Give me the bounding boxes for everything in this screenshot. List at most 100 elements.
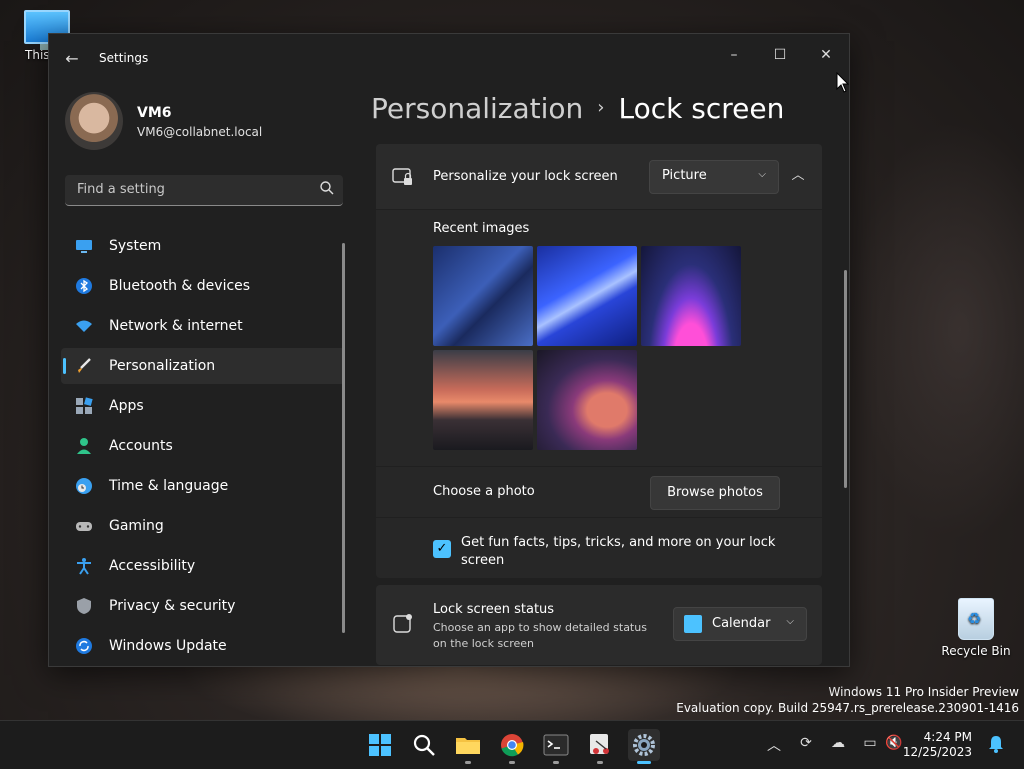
- notification-bell-icon[interactable]: [986, 735, 1006, 755]
- chevron-up-icon[interactable]: ︿: [786, 164, 810, 188]
- search-input[interactable]: [75, 181, 309, 198]
- status-subtitle: Choose an app to show detailed status on…: [433, 621, 647, 650]
- running-indicator: [597, 761, 603, 764]
- page-title: Lock screen: [618, 92, 785, 125]
- volume-muted-icon[interactable]: 🔇: [884, 735, 904, 755]
- lock-screen-status-dropdown[interactable]: Calendar ⌵: [673, 607, 807, 641]
- chevron-up-icon[interactable]: ︿: [764, 735, 784, 755]
- chevron-down-icon: ⌵: [786, 616, 794, 627]
- recent-image-thumbnail[interactable]: [641, 246, 741, 346]
- window-title: Settings: [99, 51, 149, 65]
- breadcrumb-separator: ›: [597, 97, 605, 118]
- wifi-icon: [76, 320, 92, 332]
- lock-screen-status-row: Lock screen status Choose an app to show…: [376, 585, 822, 665]
- recycle-bin-label: Recycle Bin: [941, 644, 1011, 658]
- clock[interactable]: 4:24 PM 12/25/2023: [903, 730, 972, 760]
- back-button[interactable]: ←: [61, 48, 83, 70]
- sidebar-item-label: Windows Update: [109, 638, 227, 654]
- accessibility-icon: [77, 558, 91, 575]
- sidebar-nav: System Bluetooth & devices Network & int…: [61, 228, 345, 666]
- personalize-title: Personalize your lock screen: [433, 169, 618, 184]
- tips-checkbox[interactable]: ✓: [433, 540, 451, 558]
- recent-image-thumbnail[interactable]: [433, 350, 533, 450]
- file-explorer-icon: [456, 738, 480, 754]
- sidebar-scrollbar[interactable]: [342, 243, 345, 633]
- recent-images-section: Recent images: [376, 210, 822, 466]
- running-indicator: [553, 761, 559, 764]
- sidebar-item-accounts[interactable]: Accounts: [61, 428, 345, 464]
- sidebar-item-time-language[interactable]: Time & language: [61, 468, 345, 504]
- sidebar-item-label: Gaming: [109, 518, 164, 534]
- personalize-lock-screen-row[interactable]: Personalize your lock screen Picture ⌵ ︿: [376, 144, 822, 209]
- breadcrumb: Personalization › Lock screen: [371, 92, 784, 125]
- minimize-button[interactable]: –: [711, 40, 757, 70]
- brush-icon: [78, 358, 91, 373]
- sidebar-item-label: Time & language: [109, 478, 229, 494]
- chrome-icon: [501, 734, 524, 757]
- snipping-tool-button[interactable]: [584, 729, 616, 764]
- sidebar-item-label: Bluetooth & devices: [109, 278, 251, 294]
- tips-label[interactable]: Get fun facts, tips, tricks, and more on…: [461, 534, 781, 570]
- sync-icon[interactable]: ⟳: [796, 735, 816, 755]
- settings-taskbar-button[interactable]: [628, 729, 660, 764]
- sidebar-item-system[interactable]: System: [61, 228, 345, 264]
- recent-image-thumbnail[interactable]: [537, 246, 637, 346]
- breadcrumb-parent[interactable]: Personalization: [371, 92, 583, 125]
- recent-image-thumbnail[interactable]: [433, 246, 533, 346]
- snipping-tool-icon: [590, 734, 609, 754]
- chrome-button[interactable]: [496, 729, 528, 764]
- monitor-icon: [76, 240, 92, 253]
- sidebar-item-label: Accounts: [109, 438, 173, 454]
- sidebar-item-apps[interactable]: Apps: [61, 388, 345, 424]
- search-icon[interactable]: [319, 180, 335, 196]
- recycle-bin-desktop-icon[interactable]: ♻ Recycle Bin: [936, 598, 1016, 658]
- choose-photo-label: Choose a photo: [433, 484, 535, 499]
- user-name: VM6: [137, 105, 172, 121]
- update-icon: [76, 638, 92, 654]
- running-indicator: [465, 761, 471, 764]
- maximize-button[interactable]: ☐: [757, 40, 803, 70]
- sidebar-item-bluetooth[interactable]: Bluetooth & devices: [61, 268, 345, 304]
- gamepad-icon: [76, 522, 92, 531]
- lock-screen-type-dropdown[interactable]: Picture ⌵: [649, 160, 779, 194]
- search-box[interactable]: [65, 175, 343, 206]
- watermark-line-2: Evaluation copy. Build 25947.rs_prerelea…: [676, 701, 1019, 715]
- sidebar-item-windows-update[interactable]: Windows Update: [61, 628, 345, 664]
- sidebar-item-label: Personalization: [109, 358, 216, 374]
- sidebar-item-privacy-security[interactable]: Privacy & security: [61, 588, 345, 624]
- network-icon[interactable]: ▭: [860, 735, 880, 755]
- status-icon: [393, 614, 412, 633]
- shield-icon: [77, 598, 91, 614]
- taskbar: ︿ ⟳ ☁ ▭ 🔇 4:24 PM 12/25/2023: [0, 720, 1024, 769]
- file-explorer-button[interactable]: [452, 729, 484, 764]
- sidebar-item-accessibility[interactable]: Accessibility: [61, 548, 345, 584]
- search-icon: [413, 734, 435, 756]
- sidebar-item-label: Privacy & security: [109, 598, 236, 614]
- browse-photos-button[interactable]: Browse photos: [650, 476, 780, 510]
- active-indicator: [637, 761, 651, 764]
- sidebar-item-gaming[interactable]: Gaming: [61, 508, 345, 544]
- cloud-off-icon[interactable]: ☁: [828, 735, 848, 755]
- terminal-button[interactable]: [540, 729, 572, 764]
- sidebar-item-label: Network & internet: [109, 318, 243, 334]
- taskbar-search-button[interactable]: [408, 729, 440, 761]
- recent-images-label: Recent images: [433, 221, 530, 236]
- watermark-line-1: Windows 11 Pro Insider Preview: [828, 685, 1019, 699]
- close-button[interactable]: ✕: [803, 40, 849, 70]
- recent-image-thumbnail[interactable]: [537, 350, 637, 450]
- calendar-icon: [684, 615, 702, 633]
- user-email: VM6@collabnet.local: [137, 125, 263, 139]
- start-button[interactable]: [364, 729, 396, 761]
- avatar[interactable]: [65, 92, 123, 150]
- sidebar-item-label: Apps: [109, 398, 144, 414]
- content-scrollbar[interactable]: [844, 270, 847, 488]
- globe-clock-icon: [76, 478, 92, 494]
- tips-row: ✓ Get fun facts, tips, tricks, and more …: [376, 518, 822, 578]
- status-title: Lock screen status: [433, 602, 555, 617]
- sidebar-item-personalization[interactable]: Personalization: [61, 348, 345, 384]
- running-indicator: [509, 761, 515, 764]
- sidebar-item-network[interactable]: Network & internet: [61, 308, 345, 344]
- person-icon: [77, 438, 91, 454]
- terminal-icon: [543, 734, 569, 756]
- title-bar[interactable]: ← Settings – ☐ ✕: [49, 34, 849, 82]
